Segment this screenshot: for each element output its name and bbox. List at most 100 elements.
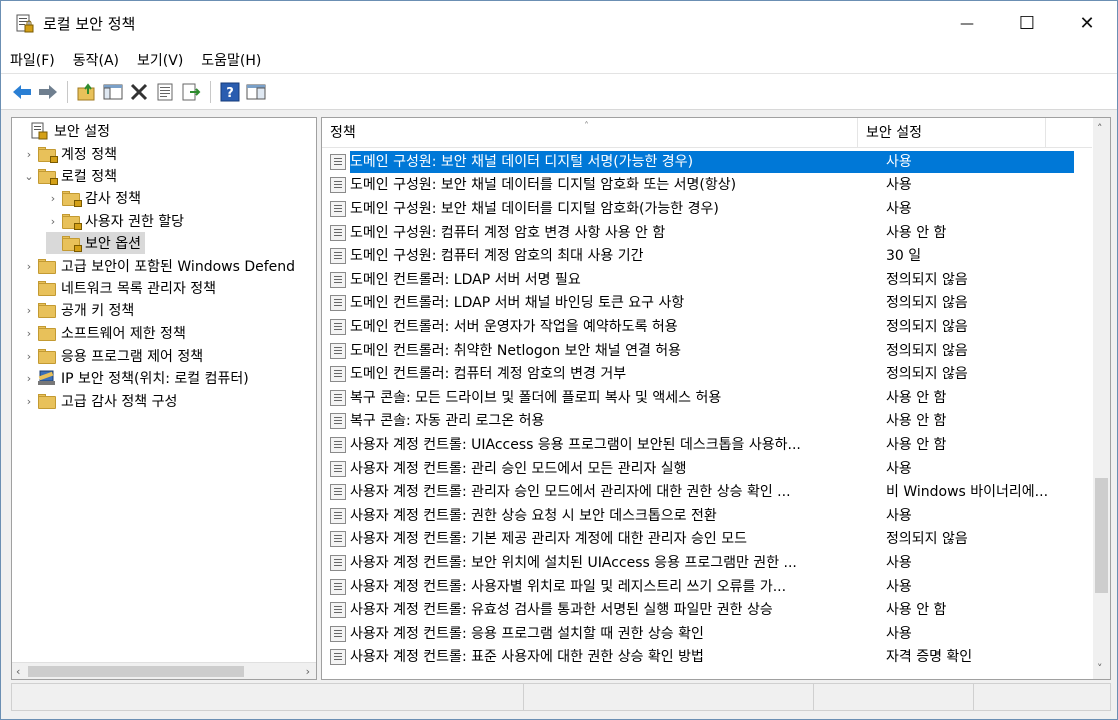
title-bar[interactable]: 로컬 보안 정책 — ☐ ✕ bbox=[1, 1, 1117, 46]
table-row[interactable]: 사용자 계정 컨트롤: 사용자별 위치로 파일 및 레지스트리 쓰기 오류를 가… bbox=[322, 575, 1092, 599]
policy-name-cell: 도메인 컨트롤러: 취약한 Netlogon 보안 채널 연결 허용 bbox=[350, 342, 682, 359]
menu-file[interactable]: 파일(F) bbox=[1, 50, 64, 70]
policy-name-cell: 도메인 컨트롤러: 컴퓨터 계정 암호의 변경 거부 bbox=[350, 366, 627, 383]
tree-item-label: 고급 감사 정책 구성 bbox=[61, 394, 178, 410]
export-list-button[interactable] bbox=[180, 81, 202, 103]
expand-chevron-icon[interactable]: › bbox=[22, 304, 36, 317]
table-row[interactable]: 도메인 구성원: 보안 채널 데이터를 디지털 암호화(가능한 경우) 사용 bbox=[322, 197, 1092, 221]
close-button[interactable]: ✕ bbox=[1057, 1, 1117, 46]
expand-chevron-icon[interactable]: › bbox=[22, 260, 36, 273]
tree-item-windows-defender-firewall[interactable]: › 고급 보안이 포함된 Windows Defend bbox=[22, 255, 295, 277]
tree-item-label: 고급 보안이 포함된 Windows Defend bbox=[61, 259, 296, 275]
table-row[interactable]: 사용자 계정 컨트롤: 권한 상승 요청 시 보안 데스크톱으로 전환 사용 bbox=[322, 504, 1092, 528]
scroll-up-icon[interactable]: ˄ bbox=[1097, 122, 1103, 135]
expand-chevron-icon[interactable]: › bbox=[22, 372, 36, 385]
tree-item-audit-policy[interactable]: › 감사 정책 bbox=[46, 187, 141, 209]
locked-folder-icon bbox=[38, 168, 58, 185]
security-policy-app-icon bbox=[15, 14, 35, 34]
tree-item-software-restriction[interactable]: › 소프트웨어 제한 정책 bbox=[22, 322, 186, 344]
tree-item-account-policies[interactable]: › 계정 정책 bbox=[22, 143, 117, 165]
view-button[interactable] bbox=[245, 81, 267, 103]
policy-setting-cell: 사용 bbox=[886, 200, 912, 217]
tree-item-local-policies[interactable]: ⌄ 로컬 정책 bbox=[22, 165, 117, 187]
show-hide-tree-button[interactable] bbox=[102, 81, 124, 103]
scroll-left-icon[interactable]: ‹ bbox=[16, 665, 20, 678]
maximize-button[interactable]: ☐ bbox=[997, 1, 1057, 46]
table-row[interactable]: 도메인 컨트롤러: LDAP 서버 서명 필요 정의되지 않음 bbox=[322, 268, 1092, 292]
menu-view[interactable]: 보기(V) bbox=[128, 50, 192, 70]
list-vertical-scrollbar[interactable]: ˄ ˅ bbox=[1093, 118, 1110, 679]
locked-folder-icon bbox=[62, 213, 82, 230]
expand-chevron-icon[interactable]: › bbox=[22, 395, 36, 408]
scroll-down-icon[interactable]: ˅ bbox=[1097, 662, 1103, 675]
table-row[interactable]: 사용자 계정 컨트롤: 관리자 승인 모드에서 관리자에 대한 권한 상승 확인… bbox=[322, 480, 1092, 504]
tree-item-user-rights[interactable]: › 사용자 권한 할당 bbox=[46, 210, 184, 232]
tree-item-app-control[interactable]: › 응용 프로그램 제어 정책 bbox=[22, 345, 203, 367]
expand-chevron-icon[interactable]: › bbox=[22, 327, 36, 340]
table-row[interactable]: 도메인 컨트롤러: 컴퓨터 계정 암호의 변경 거부 정의되지 않음 bbox=[322, 362, 1092, 386]
column-header-security-setting[interactable]: 보안 설정 bbox=[858, 118, 1046, 147]
collapse-chevron-icon[interactable]: ⌄ bbox=[22, 170, 36, 183]
tree-item-advanced-audit[interactable]: › 고급 감사 정책 구성 bbox=[22, 390, 177, 412]
table-row[interactable]: 사용자 계정 컨트롤: 관리 승인 모드에서 모든 관리자 실행 사용 bbox=[322, 457, 1092, 481]
column-header-policy[interactable]: ˄ 정책 bbox=[322, 118, 858, 147]
policy-setting-cell: 정의되지 않음 bbox=[886, 342, 968, 359]
table-row[interactable]: 도메인 컨트롤러: LDAP 서버 채널 바인딩 토큰 요구 사항 정의되지 않음 bbox=[322, 292, 1092, 316]
up-folder-icon bbox=[77, 82, 95, 100]
table-row[interactable]: 사용자 계정 컨트롤: 응용 프로그램 설치할 때 권한 상승 확인 사용 bbox=[322, 622, 1092, 646]
policy-setting-cell: 정의되지 않음 bbox=[886, 295, 968, 312]
table-row[interactable]: 도메인 컨트롤러: 서버 운영자가 작업을 예약하도록 허용 정의되지 않음 bbox=[322, 315, 1092, 339]
scroll-right-icon[interactable]: › bbox=[306, 665, 310, 678]
policy-name-cell: 사용자 계정 컨트롤: 응용 프로그램 설치할 때 권한 상승 확인 bbox=[350, 625, 704, 642]
menu-help[interactable]: 도움말(H) bbox=[192, 50, 270, 70]
policy-setting-cell: 비 Windows 바이너리에... bbox=[886, 484, 1049, 501]
table-row[interactable]: 도메인 구성원: 보안 채널 데이터를 디지털 암호화 또는 서명(항상) 사용 bbox=[322, 174, 1092, 198]
expand-chevron-icon[interactable]: › bbox=[22, 148, 36, 161]
table-row[interactable]: 도메인 구성원: 컴퓨터 계정 암호 변경 사항 사용 안 함 사용 안 함 bbox=[322, 221, 1092, 245]
delete-button[interactable] bbox=[128, 81, 150, 103]
tree-item-public-key-policies[interactable]: › 공개 키 정책 bbox=[22, 299, 134, 321]
policy-setting-cell: 사용 안 함 bbox=[886, 413, 947, 430]
export-list-icon bbox=[182, 83, 201, 100]
ip-security-icon bbox=[38, 370, 55, 385]
table-row[interactable]: 사용자 계정 컨트롤: 보안 위치에 설치된 UIAccess 응용 프로그램만… bbox=[322, 551, 1092, 575]
policy-name-cell: 도메인 컨트롤러: LDAP 서버 서명 필요 bbox=[350, 271, 581, 288]
table-row[interactable]: 사용자 계정 컨트롤: 유효성 검사를 통과한 서명된 실행 파일만 권한 상승… bbox=[322, 598, 1092, 622]
expand-chevron-icon[interactable]: › bbox=[22, 350, 36, 363]
back-button[interactable] bbox=[11, 81, 33, 103]
tree-item-network-list-manager[interactable]: 네트워크 목록 관리자 정책 bbox=[22, 277, 216, 299]
tree-item-label: 로컬 정책 bbox=[61, 169, 117, 185]
help-button[interactable]: ? bbox=[219, 81, 241, 103]
policy-setting-cell: 사용 bbox=[886, 177, 912, 194]
table-row[interactable]: 도메인 구성원: 보안 채널 데이터 디지털 서명(가능한 경우) 사용 bbox=[322, 150, 1092, 174]
policy-setting-cell: 사용 안 함 bbox=[886, 389, 947, 406]
table-row[interactable]: 복구 콘솔: 모든 드라이브 및 폴더에 플로피 복사 및 액세스 허용 사용 안… bbox=[322, 386, 1092, 410]
expand-chevron-icon[interactable]: › bbox=[46, 192, 60, 205]
table-row[interactable]: 복구 콘솔: 자동 관리 로그온 허용 사용 안 함 bbox=[322, 410, 1092, 434]
policy-setting-cell: 정의되지 않음 bbox=[886, 318, 968, 335]
tree-item-ip-security[interactable]: › IP 보안 정책(위치: 로컬 컴퓨터) bbox=[22, 367, 249, 389]
policy-setting-cell: 정의되지 않음 bbox=[886, 366, 968, 383]
minimize-button[interactable]: — bbox=[937, 1, 997, 46]
table-row[interactable]: 사용자 계정 컨트롤: UIAccess 응용 프로그램이 보안된 데스크톱을 … bbox=[322, 433, 1092, 457]
policy-item-icon bbox=[330, 153, 346, 170]
menu-action[interactable]: 동작(A) bbox=[64, 50, 128, 70]
table-row[interactable]: 도메인 구성원: 컴퓨터 계정 암호의 최대 사용 기간 30 일 bbox=[322, 244, 1092, 268]
up-one-level-button[interactable] bbox=[76, 81, 98, 103]
table-row[interactable]: 사용자 계정 컨트롤: 기본 제공 관리자 계정에 대한 관리자 승인 모드 정의… bbox=[322, 528, 1092, 552]
policy-setting-cell: 사용 안 함 bbox=[886, 436, 947, 453]
scroll-thumb[interactable] bbox=[28, 666, 244, 677]
column-header-label: 정책 bbox=[330, 125, 356, 141]
scroll-thumb[interactable] bbox=[1095, 478, 1108, 593]
table-row[interactable]: 사용자 계정 컨트롤: 표준 사용자에 대한 권한 상승 확인 방법 자격 증명 … bbox=[322, 646, 1092, 670]
table-row[interactable]: 도메인 컨트롤러: 취약한 Netlogon 보안 채널 연결 허용 정의되지 않… bbox=[322, 339, 1092, 363]
tree-item-security-settings[interactable]: 보안 설정 bbox=[16, 120, 110, 142]
policy-item-icon bbox=[330, 460, 346, 477]
tree-horizontal-scrollbar[interactable]: ‹ › bbox=[12, 662, 316, 679]
expand-chevron-icon[interactable]: › bbox=[46, 215, 60, 228]
policy-name-cell: 도메인 컨트롤러: 서버 운영자가 작업을 예약하도록 허용 bbox=[350, 318, 678, 335]
forward-button[interactable] bbox=[37, 81, 59, 103]
properties-button[interactable] bbox=[154, 81, 176, 103]
tree-item-label: 소프트웨어 제한 정책 bbox=[61, 326, 186, 342]
tree-item-security-options[interactable]: 보안 옵션 bbox=[46, 232, 145, 254]
